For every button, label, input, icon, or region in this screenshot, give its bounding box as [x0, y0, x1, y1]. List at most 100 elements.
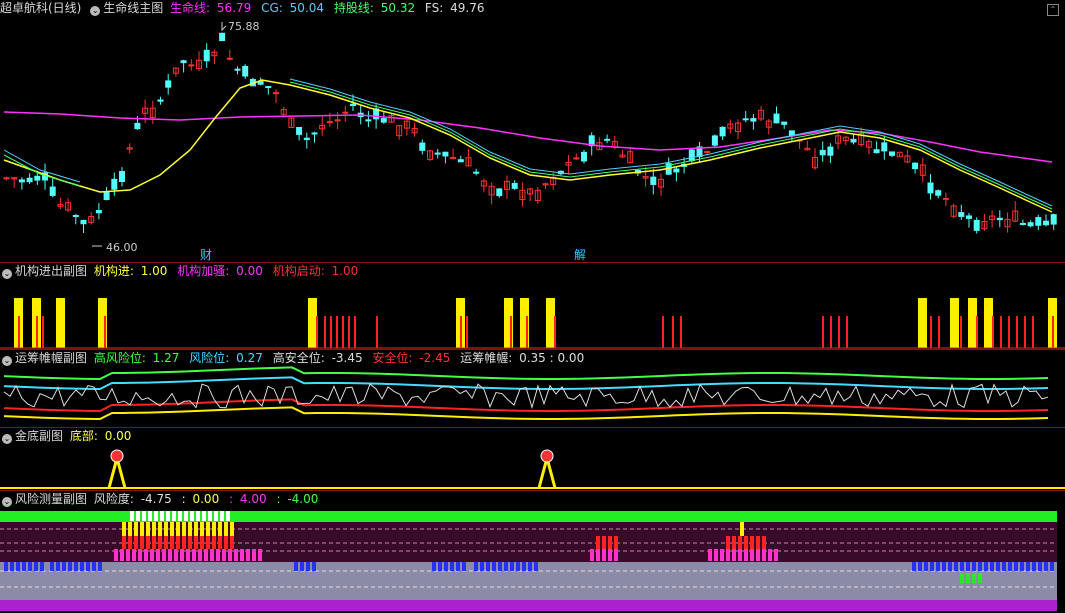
risk-pink-bar — [756, 549, 760, 561]
candle — [827, 146, 834, 156]
indicator-value: : 0.00 — [181, 492, 220, 506]
panel-name: 运筹帷幄副图 — [15, 351, 88, 365]
risk-blue-bar — [1026, 562, 1030, 571]
risk-pink-bar — [156, 549, 160, 561]
candle — [234, 68, 241, 71]
candle — [49, 186, 56, 196]
risk-pink-bar — [596, 549, 600, 561]
risk-red-bar — [134, 536, 138, 549]
bottom-ball-icon — [110, 449, 124, 463]
risk-blue-bar — [504, 562, 508, 571]
candle — [103, 191, 110, 201]
risk-pink-bar — [774, 549, 778, 561]
risk-red-bar — [762, 536, 766, 549]
risk-red-bar — [756, 536, 760, 549]
event-mark-finance[interactable]: 财 — [200, 246, 212, 263]
buy-bar — [984, 298, 993, 348]
start-bar — [526, 316, 528, 348]
risk-blue-bar — [50, 562, 54, 571]
risk-pink-bar — [228, 549, 232, 561]
risk-green-bar — [966, 573, 970, 583]
buy-bar — [950, 298, 959, 348]
candle — [912, 162, 919, 170]
risk-pink-bar — [750, 549, 754, 561]
risk-panel[interactable]: ⌄ 风险测量副图 风险度: -4.75 : 0.00 : 4.00 : -4.00 — [0, 491, 1065, 613]
risk-pink-bar — [234, 549, 238, 561]
risk-red-bar — [146, 536, 150, 549]
risk-top-bar — [166, 511, 170, 521]
risk-blue-bar — [1032, 562, 1036, 571]
risk-red-bar — [738, 536, 742, 549]
strategy-panel[interactable]: ⌄ 运筹帷幄副图 高风险位: 1.27 风险位: 0.27 高安全位: -3.45… — [0, 350, 1065, 427]
candle — [819, 149, 826, 156]
risk-red-bar — [170, 536, 174, 549]
candle — [311, 132, 318, 135]
risk-pink-bar — [246, 549, 250, 561]
risk-blue-bar — [40, 562, 44, 571]
risk-blue-bar — [10, 562, 14, 571]
main-chart-panel[interactable]: 超卓航科(日线) ⌄ 生命线主图 生命线: 56.79 CG: 50.04 持股线… — [0, 0, 1065, 262]
candle — [942, 197, 949, 200]
risk-red-bar — [212, 536, 216, 549]
indicator-menu-icon[interactable]: ⌄ — [2, 497, 12, 507]
risk-pink-bar — [614, 549, 618, 561]
start-bar — [930, 316, 932, 348]
start-bar — [36, 316, 38, 348]
risk-pink-bar — [216, 549, 220, 561]
candle — [719, 126, 726, 137]
candle — [203, 49, 210, 62]
sub2-header: ⌄ 运筹帷幄副图 高风险位: 1.27 风险位: 0.27 高安全位: -3.45… — [0, 350, 590, 366]
candle — [688, 149, 695, 162]
event-mark-unlock[interactable]: 解 — [574, 246, 586, 263]
candle — [95, 210, 102, 214]
candlestick-chart — [3, 22, 1057, 247]
risk-pink-bar — [732, 549, 736, 561]
risk-pink-bar — [258, 549, 262, 561]
indicator-menu-icon[interactable]: ⌄ — [2, 434, 12, 444]
candle — [1043, 220, 1049, 226]
indicator-value: 机构进: 1.00 — [93, 264, 168, 278]
candle — [750, 118, 757, 122]
risk-blue-bar — [912, 562, 916, 571]
risk-blue-bar — [432, 562, 436, 571]
high-risk-line — [3, 366, 1049, 380]
candle — [711, 135, 718, 146]
start-bar — [830, 316, 832, 348]
risk-top-bar — [226, 511, 230, 521]
candle — [334, 119, 341, 122]
indicator-value: 持股线: 50.32 — [333, 1, 416, 15]
risk-blue-bar — [498, 562, 502, 571]
indicator-menu-icon[interactable]: ⌄ — [2, 356, 12, 366]
risk-blue-bar — [522, 562, 526, 571]
gold-bottom-panel[interactable]: ⌄ 金底副图 底部: 0.00 — [0, 428, 1065, 490]
risk-blue-bar — [294, 562, 298, 571]
risk-blue-bar — [1038, 562, 1042, 571]
risk-top-bar — [154, 511, 158, 521]
risk-yellow-bar — [140, 522, 144, 536]
start-bar — [662, 316, 664, 348]
risk-pink-bar — [768, 549, 772, 561]
risk-blue-bar — [492, 562, 496, 571]
candle — [1035, 217, 1042, 226]
risk-blue-bar — [22, 562, 26, 571]
institution-panel[interactable]: ⌄ 机构进出副图 机构进: 1.00 机构加骚: 0.00 机构启动: 1.00 — [0, 263, 1065, 349]
indicator-value: 运筹帷幄: 0.35 : 0.00 — [460, 351, 585, 365]
candle — [326, 121, 333, 124]
candle — [973, 219, 980, 231]
sub4-header: ⌄ 风险测量副图 风险度: -4.75 : 0.00 : 4.00 : -4.00 — [0, 491, 324, 507]
buy-bar — [968, 298, 977, 348]
indicator-menu-icon[interactable]: ⌄ — [90, 6, 101, 16]
candle — [581, 151, 587, 162]
risk-blue-bar — [510, 562, 514, 571]
risk-top-bar — [190, 511, 194, 521]
risk-yellow-bar — [224, 522, 228, 536]
indicator-menu-icon[interactable]: ⌄ — [2, 269, 12, 279]
risk-pink-bar — [744, 549, 748, 561]
sub3-header: ⌄ 金底副图 底部: 0.00 — [0, 428, 137, 444]
risk-yellow-bar — [146, 522, 150, 536]
risk-blue-bar — [1044, 562, 1048, 571]
risk-top-bar — [184, 511, 188, 521]
risk-red-bar — [596, 536, 600, 549]
risk-yellow-bar — [134, 522, 138, 536]
start-bar — [838, 316, 840, 348]
